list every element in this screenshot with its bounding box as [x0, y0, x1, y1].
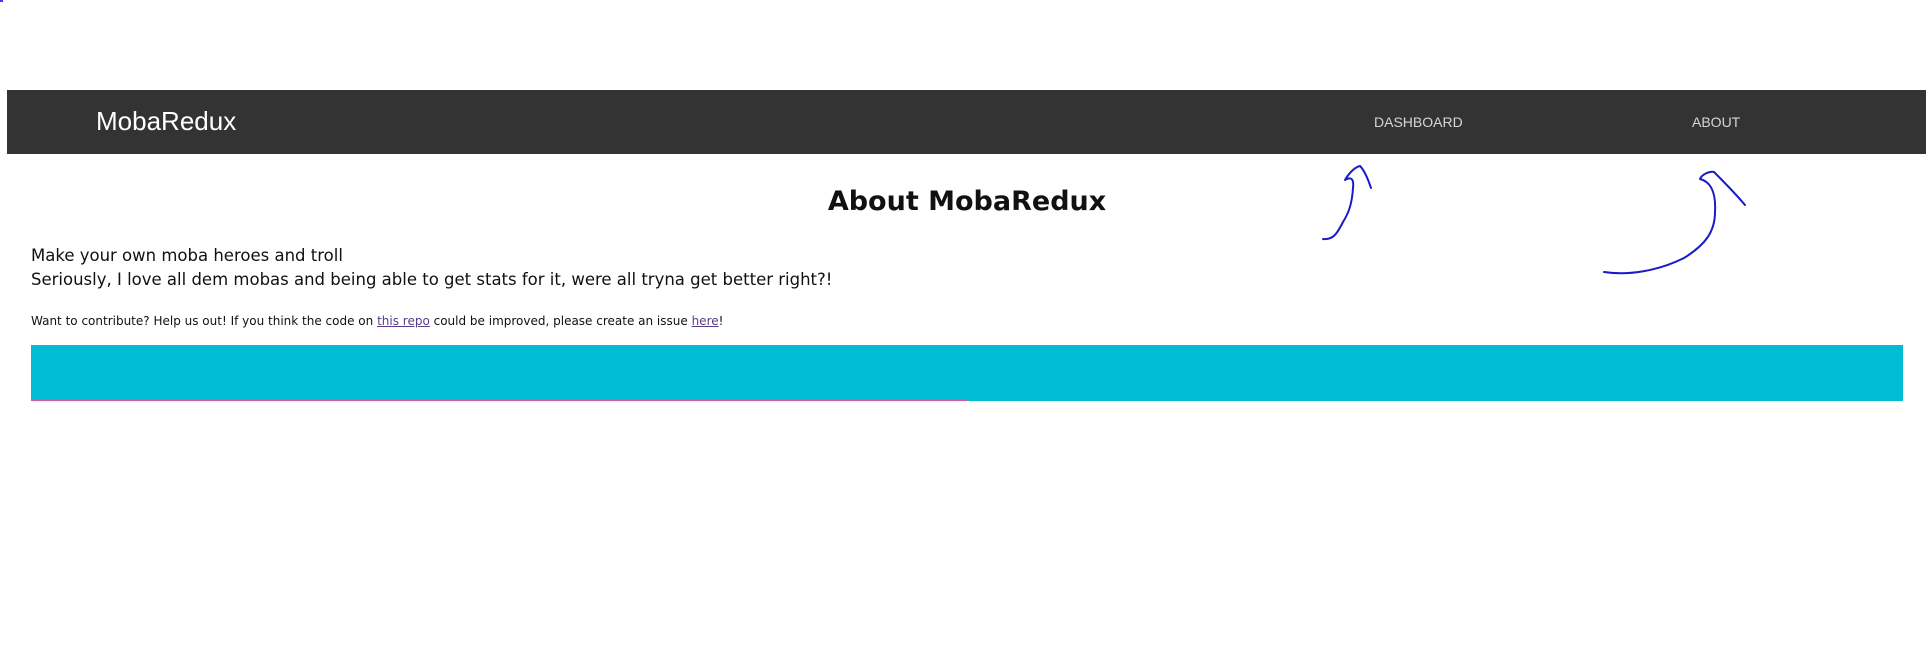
- nav-link-about[interactable]: ABOUT: [1692, 112, 1740, 132]
- progress-fill: [31, 399, 967, 401]
- page: MobaRedux DASHBOARD ABOUT About MobaRedu…: [0, 0, 1926, 653]
- corner-mark: [0, 0, 3, 2]
- contribute-text-middle: could be improved, please create an issu…: [429, 314, 692, 328]
- page-title: About MobaRedux: [827, 186, 1107, 217]
- contribute-text-after: !: [718, 314, 724, 328]
- contribute-text-before: Want to contribute? Help us out! If you …: [31, 314, 378, 328]
- brand-logo[interactable]: MobaRedux: [96, 104, 236, 138]
- description: Make your own moba heroes and troll Seri…: [31, 244, 832, 292]
- repo-link[interactable]: this repo: [377, 314, 430, 328]
- description-line: Seriously, I love all dem mobas and bein…: [31, 270, 833, 289]
- nav-link-dashboard[interactable]: DASHBOARD: [1374, 112, 1463, 132]
- navbar: MobaRedux DASHBOARD ABOUT: [7, 90, 1926, 154]
- description-line: Make your own moba heroes and troll: [31, 246, 343, 265]
- progress-bar: [31, 345, 1903, 401]
- issue-link[interactable]: here: [692, 314, 719, 328]
- contribute-text: Want to contribute? Help us out! If you …: [31, 312, 723, 330]
